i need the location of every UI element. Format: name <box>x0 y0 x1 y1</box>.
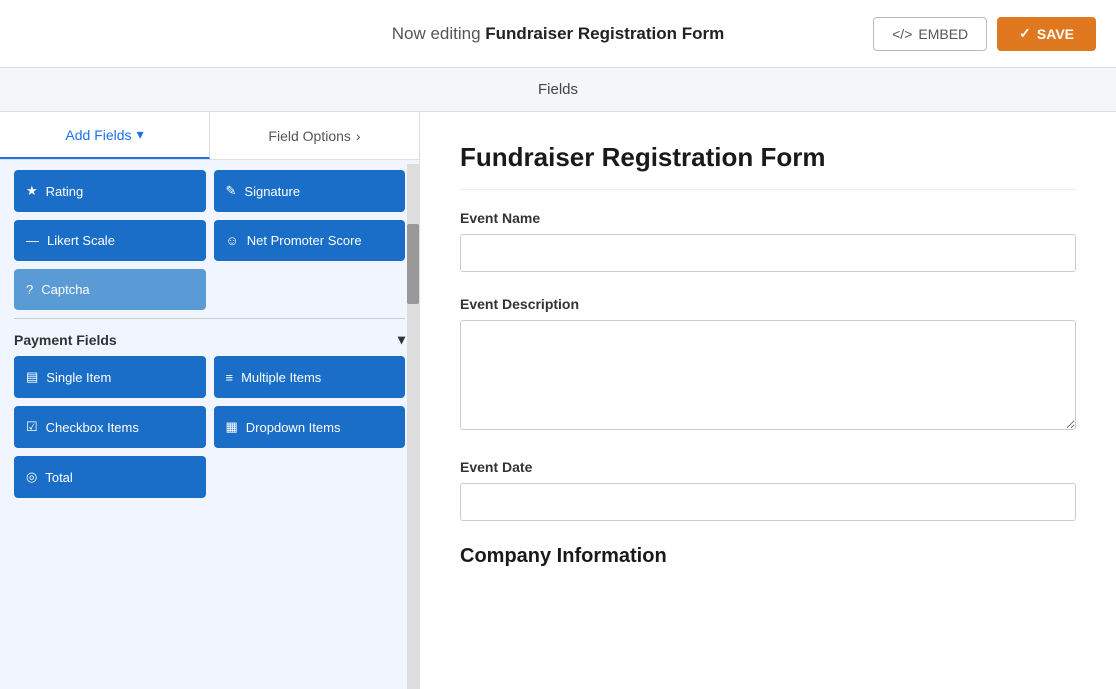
checkbox-items-icon: ☑ <box>26 419 38 435</box>
signature-label: Signature <box>244 184 300 199</box>
field-btn-likert[interactable]: — Likert Scale <box>14 220 206 261</box>
star-icon: ★ <box>26 183 38 199</box>
form-field-event-name: Event Name <box>460 210 1076 272</box>
field-btn-dropdown-items[interactable]: ▦ Dropdown Items <box>214 406 406 448</box>
event-date-label: Event Date <box>460 459 1076 475</box>
likert-label: Likert Scale <box>47 233 115 248</box>
payment-section-label: Payment Fields <box>14 332 117 348</box>
tab-add-fields[interactable]: Add Fields ▾ <box>0 112 210 159</box>
company-info-section: Company Information <box>460 545 1076 568</box>
topbar-actions: </> EMBED ✓ SAVE <box>873 17 1096 51</box>
form-field-event-desc: Event Description <box>460 296 1076 435</box>
nps-label: Net Promoter Score <box>247 233 362 248</box>
chevron-down-icon: ▾ <box>398 331 405 348</box>
field-grid-row2: — Likert Scale ☺ Net Promoter Score <box>14 220 405 261</box>
payment-grid-row3: ◎ Total <box>14 456 405 498</box>
event-name-label: Event Name <box>460 210 1076 226</box>
scroll-track <box>407 164 419 689</box>
form-name-title: Fundraiser Registration Form <box>485 24 724 43</box>
tab-options-chevron-icon: › <box>356 128 361 144</box>
single-item-label: Single Item <box>46 370 111 385</box>
embed-label: EMBED <box>918 26 968 42</box>
dropdown-items-label: Dropdown Items <box>246 420 341 435</box>
single-item-icon: ▤ <box>26 369 38 385</box>
field-list: ★ Rating ✎ Signature — Likert Scale ☺ Ne… <box>0 160 419 689</box>
field-btn-total[interactable]: ◎ Total <box>14 456 206 498</box>
field-btn-signature[interactable]: ✎ Signature <box>214 170 406 212</box>
field-btn-multiple-items[interactable]: ≡ Multiple Items <box>214 356 406 398</box>
form-title: Fundraiser Registration Form <box>460 142 1076 190</box>
left-panel: Add Fields ▾ Field Options › ★ Rating ✎ … <box>0 112 420 689</box>
embed-icon: </> <box>892 26 912 42</box>
event-desc-label: Event Description <box>460 296 1076 312</box>
editing-label: Now editing Fundraiser Registration Form <box>392 24 725 44</box>
event-date-input[interactable] <box>460 483 1076 521</box>
payment-fields-section[interactable]: Payment Fields ▾ <box>14 318 405 356</box>
fields-bar: Fields <box>0 68 1116 112</box>
likert-icon: — <box>26 233 39 248</box>
payment-grid-row1: ▤ Single Item ≡ Multiple Items <box>14 356 405 398</box>
fields-bar-label: Fields <box>538 81 578 98</box>
signature-icon: ✎ <box>226 183 237 199</box>
editing-prefix: Now editing <box>392 24 486 43</box>
field-grid-row1: ★ Rating ✎ Signature <box>14 170 405 212</box>
checkbox-items-label: Checkbox Items <box>46 420 139 435</box>
payment-grid-row2: ☑ Checkbox Items ▦ Dropdown Items <box>14 406 405 448</box>
tabs-row: Add Fields ▾ Field Options › <box>0 112 419 160</box>
main-layout: Add Fields ▾ Field Options › ★ Rating ✎ … <box>0 112 1116 689</box>
multiple-items-icon: ≡ <box>226 370 234 385</box>
save-button[interactable]: ✓ SAVE <box>997 17 1096 51</box>
tab-add-label: Add Fields <box>65 127 131 143</box>
event-name-input[interactable] <box>460 234 1076 272</box>
tab-options-label: Field Options <box>268 128 350 144</box>
field-btn-rating[interactable]: ★ Rating <box>14 170 206 212</box>
nps-icon: ☺ <box>226 233 239 248</box>
total-label: Total <box>45 470 72 485</box>
form-field-event-date: Event Date <box>460 459 1076 521</box>
captcha-icon: ? <box>26 282 33 297</box>
field-btn-nps[interactable]: ☺ Net Promoter Score <box>214 220 406 261</box>
topbar: Now editing Fundraiser Registration Form… <box>0 0 1116 68</box>
scroll-thumb[interactable] <box>407 224 419 304</box>
field-grid-row3: ? Captcha <box>14 269 405 310</box>
field-btn-single-item[interactable]: ▤ Single Item <box>14 356 206 398</box>
tab-field-options[interactable]: Field Options › <box>210 112 419 159</box>
multiple-items-label: Multiple Items <box>241 370 321 385</box>
field-btn-captcha[interactable]: ? Captcha <box>14 269 206 310</box>
right-panel: Fundraiser Registration Form Event Name … <box>420 112 1116 689</box>
embed-button[interactable]: </> EMBED <box>873 17 987 51</box>
dropdown-items-icon: ▦ <box>226 419 238 435</box>
rating-label: Rating <box>46 184 84 199</box>
total-icon: ◎ <box>26 469 37 485</box>
save-icon: ✓ <box>1019 25 1031 42</box>
tab-add-chevron-icon: ▾ <box>137 126 144 143</box>
save-label: SAVE <box>1037 26 1074 42</box>
event-desc-textarea[interactable] <box>460 320 1076 430</box>
field-btn-checkbox-items[interactable]: ☑ Checkbox Items <box>14 406 206 448</box>
captcha-label: Captcha <box>41 282 89 297</box>
